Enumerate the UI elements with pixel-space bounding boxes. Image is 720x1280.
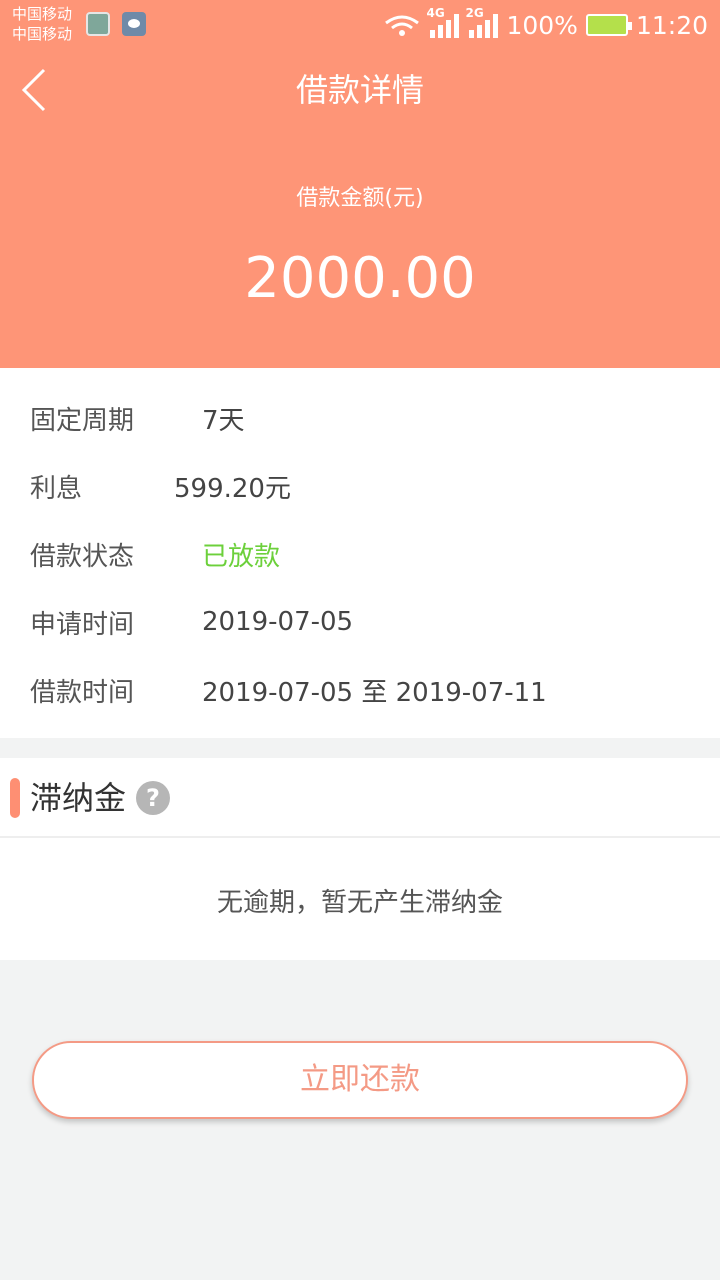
detail-value: 2019-07-05 至 2019-07-11 [202, 677, 547, 708]
detail-label: 借款状态 [30, 541, 135, 572]
detail-value: 7天 [202, 405, 245, 436]
detail-row-loan-time: 借款时间 2019-07-05 至 2019-07-11 [30, 670, 547, 710]
detail-value: 2019-07-05 [202, 607, 354, 637]
carrier-info: 中国移动 中国移动 [12, 4, 72, 44]
late-fee-header: 滞纳金 ? [0, 758, 720, 838]
signal-icon-1: 4G [426, 6, 460, 38]
amount-label: 借款金额(元) [296, 186, 424, 211]
nav-bar: 借款详情 [0, 58, 720, 122]
loan-details: 固定周期 7天 利息 599.20元 借款状态 已放款 申请时间 2019-07… [0, 368, 720, 738]
detail-row-apply-time: 申请时间 2019-07-05 [30, 602, 353, 642]
detail-label: 申请时间 [30, 609, 135, 640]
gallery-icon [86, 12, 110, 36]
late-fee-title: 滞纳金 [30, 779, 127, 817]
detail-row-interest: 利息 599.20元 [30, 466, 291, 506]
detail-label: 借款时间 [30, 677, 135, 708]
carrier-2: 中国移动 [12, 25, 73, 43]
late-fee-message: 无逾期，暂无产生滞纳金 [216, 888, 503, 918]
message-icon [122, 12, 146, 36]
signal-icon-2: 2G [465, 6, 499, 38]
wifi-icon [384, 14, 420, 36]
help-icon[interactable]: ? [136, 781, 170, 815]
header: 中国移动 中国移动 4G 2G 100% 11:20 借款详情 借款金额(元) … [0, 0, 720, 368]
network-1: 4G [426, 6, 445, 20]
amount-value: 2000.00 [244, 246, 476, 311]
section-accent-bar [10, 778, 20, 818]
clock: 11:20 [635, 10, 708, 40]
battery-icon [585, 14, 632, 36]
battery-percent: 100% [506, 10, 578, 40]
late-fee-section: 滞纳金 ? 无逾期，暂无产生滞纳金 [0, 758, 720, 960]
carrier-1: 中国移动 [12, 5, 73, 23]
detail-label: 固定周期 [30, 405, 135, 436]
repay-now-button[interactable]: 立即还款 [32, 1041, 688, 1119]
network-2: 2G [465, 6, 484, 20]
page-title: 借款详情 [295, 71, 424, 109]
status-right: 4G 2G 100% 11:20 [384, 6, 708, 42]
detail-label: 利息 [30, 473, 83, 504]
detail-row-period: 固定周期 7天 [30, 398, 245, 438]
detail-row-status: 借款状态 已放款 [30, 534, 280, 574]
status-bar: 中国移动 中国移动 4G 2G 100% 11:20 [0, 0, 720, 50]
detail-value: 599.20元 [174, 473, 291, 504]
status-value: 已放款 [202, 541, 281, 572]
